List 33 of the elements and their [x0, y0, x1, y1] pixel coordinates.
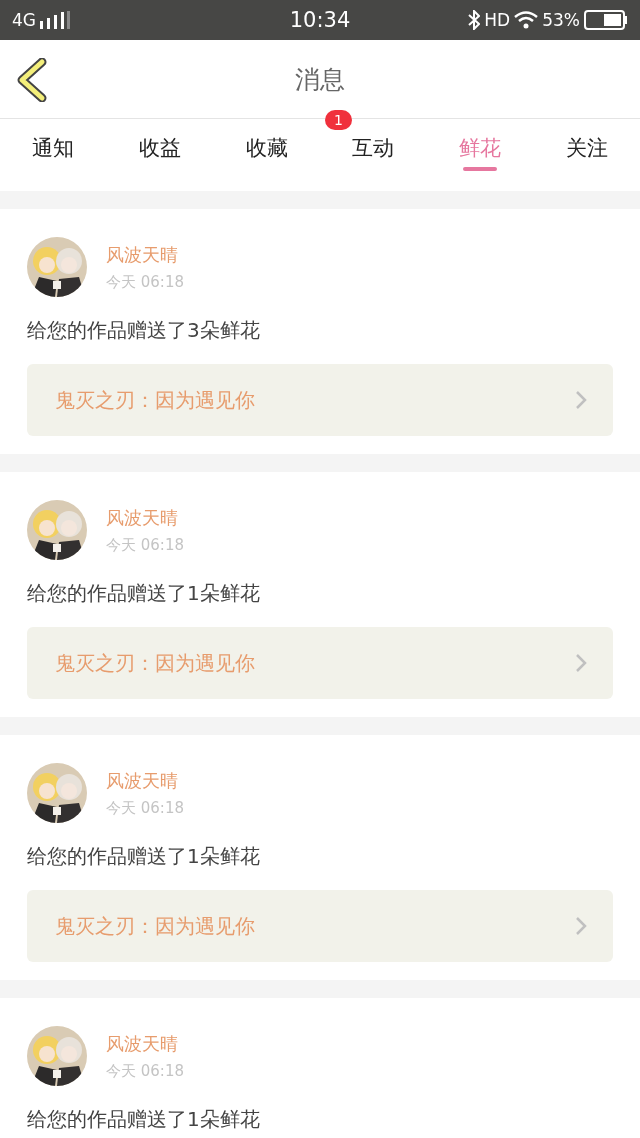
message-text: 给您的作品赠送了1朵鲜花	[27, 1106, 261, 1133]
message-text: 给您的作品赠送了3朵鲜花	[27, 317, 261, 344]
battery-icon	[584, 10, 628, 30]
user-name[interactable]: 风波天晴	[106, 505, 184, 530]
work-link[interactable]: 鬼灭之刃：因为遇见你	[27, 890, 613, 962]
tab[interactable]: 关注	[533, 119, 640, 177]
timestamp: 今天 06:18	[106, 272, 184, 292]
network-label: 4G	[12, 10, 36, 30]
tab[interactable]: 收益	[106, 119, 214, 177]
signal-icon	[40, 11, 70, 29]
timestamp: 今天 06:18	[106, 798, 184, 818]
page-title: 消息	[295, 63, 345, 96]
battery-percent: 53%	[542, 10, 580, 30]
clock: 10:34	[289, 8, 351, 32]
hd-label: HD	[484, 10, 511, 30]
tab[interactable]: 通知	[0, 119, 107, 177]
wifi-icon	[514, 11, 539, 29]
chevron-icon	[575, 390, 587, 410]
work-link[interactable]: 鬼灭之刃：因为遇见你	[27, 364, 613, 436]
user-name[interactable]: 风波天晴	[106, 768, 184, 793]
timestamp: 今天 06:18	[106, 535, 184, 555]
work-link[interactable]: 鬼灭之刃：因为遇见你	[27, 627, 613, 699]
message-text: 给您的作品赠送了1朵鲜花	[27, 843, 261, 870]
back-icon[interactable]	[16, 58, 48, 102]
tab[interactable]: 鲜花	[426, 119, 534, 177]
message-text: 给您的作品赠送了1朵鲜花	[27, 580, 261, 607]
bluetooth-icon	[468, 10, 481, 30]
user-name[interactable]: 风波天晴	[106, 242, 184, 267]
chevron-icon	[575, 916, 587, 936]
chevron-icon	[575, 653, 587, 673]
user-name[interactable]: 风波天晴	[106, 1031, 184, 1056]
timestamp: 今天 06:18	[106, 1061, 184, 1081]
count-badge: 1	[325, 110, 352, 130]
